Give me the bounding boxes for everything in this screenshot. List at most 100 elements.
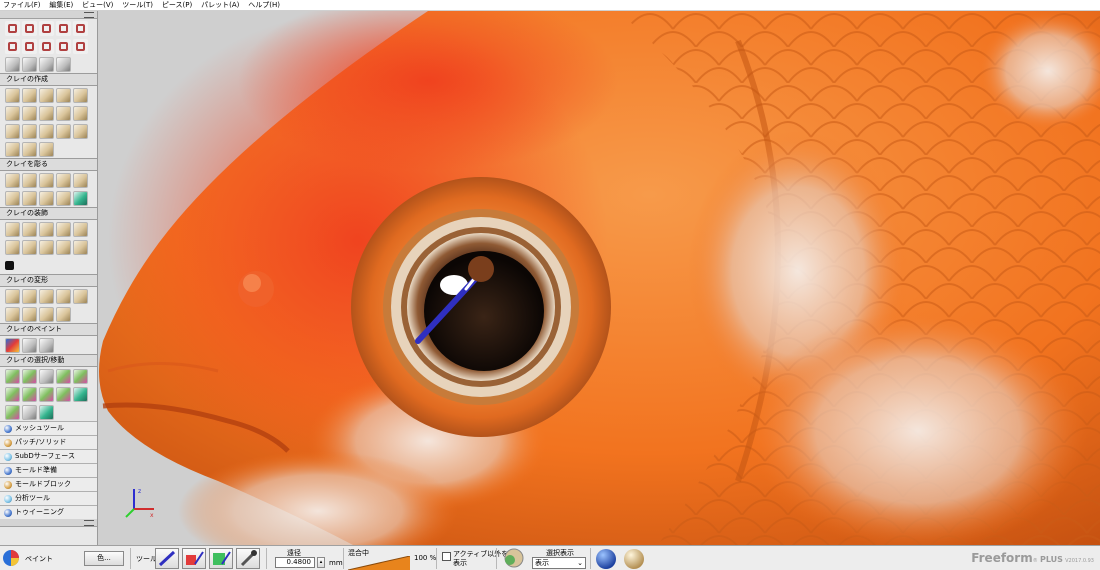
move-tool-4-icon[interactable] xyxy=(56,386,71,402)
fill-tool-button[interactable] xyxy=(182,548,206,569)
toolbar-patch-solid[interactable]: パッチ/ソリッド xyxy=(0,435,97,449)
deform-tool-7-icon[interactable] xyxy=(22,306,37,322)
menu-view[interactable]: ビュー(V) xyxy=(79,0,116,10)
sculpt-tool-4-icon[interactable] xyxy=(56,172,71,188)
deform-tool-2-icon[interactable] xyxy=(22,288,37,304)
create-tool-17-icon[interactable] xyxy=(22,141,37,157)
corner-tool-icon[interactable] xyxy=(56,38,71,54)
rectangle-tool-icon[interactable] xyxy=(56,20,71,36)
create-tool-18-icon[interactable] xyxy=(39,141,54,157)
sculpt-tool-5-icon[interactable] xyxy=(73,172,88,188)
layer-tool-icon[interactable] xyxy=(22,56,37,72)
paint-sphere-icon[interactable] xyxy=(39,337,54,353)
pattern-tool-icon[interactable] xyxy=(5,56,20,72)
palette-grip[interactable] xyxy=(0,11,97,19)
sculpt-tool-2-icon[interactable] xyxy=(22,172,37,188)
create-tool-5-icon[interactable] xyxy=(73,87,88,103)
polygon-tool-icon[interactable] xyxy=(39,20,54,36)
select-tool-1-icon[interactable] xyxy=(5,368,20,384)
decorate-tool-5-icon[interactable] xyxy=(73,221,88,237)
move-tool-6-icon[interactable] xyxy=(5,404,20,420)
menu-edit[interactable]: 編集(E) xyxy=(46,0,76,10)
thickness-stepper[interactable]: ▴ xyxy=(317,557,325,568)
decorate-tool-6-icon[interactable] xyxy=(5,239,20,255)
deform-tool-5-icon[interactable] xyxy=(73,288,88,304)
curve-tool-icon[interactable] xyxy=(5,38,20,54)
text-tool-icon[interactable] xyxy=(73,20,88,36)
import-tool-icon[interactable] xyxy=(56,56,71,72)
create-tool-11-icon[interactable] xyxy=(5,123,20,139)
decorate-tool-7-icon[interactable] xyxy=(22,239,37,255)
decorate-tool-2-icon[interactable] xyxy=(22,221,37,237)
3d-viewport[interactable]: z x xyxy=(98,11,1100,545)
color-button[interactable]: 色... xyxy=(84,551,124,566)
category-clay-sculpt[interactable]: クレイを彫る xyxy=(0,158,97,171)
decorate-tool-3-icon[interactable] xyxy=(39,221,54,237)
create-tool-15-icon[interactable] xyxy=(73,123,88,139)
select-tool-4-icon[interactable] xyxy=(56,368,71,384)
airbrush-tool-button[interactable] xyxy=(209,548,233,569)
star-tool-icon[interactable] xyxy=(22,20,37,36)
toolbar-mold-prep[interactable]: モールド準備 xyxy=(0,463,97,477)
create-tool-9-icon[interactable] xyxy=(56,105,71,121)
blend-ramp-slider[interactable] xyxy=(348,556,410,570)
toolbar-mesh-tools[interactable]: メッシュツール xyxy=(0,421,97,435)
category-clay-paint[interactable]: クレイのペイント xyxy=(0,323,97,336)
show-inactive-checkbox[interactable] xyxy=(442,552,451,561)
decorate-tool-11-icon[interactable] xyxy=(5,260,14,270)
create-tool-3-icon[interactable] xyxy=(39,87,54,103)
brush-tool-button[interactable] xyxy=(155,548,179,569)
clay-sphere-icon[interactable] xyxy=(622,547,646,570)
toolbar-subd-surface[interactable]: SubDサーフェース xyxy=(0,449,97,463)
create-tool-12-icon[interactable] xyxy=(22,123,37,139)
thickness-input[interactable]: 0.4800 xyxy=(275,557,315,568)
sculpt-tool-9-icon[interactable] xyxy=(56,190,71,206)
create-tool-14-icon[interactable] xyxy=(56,123,71,139)
blue-sphere-icon[interactable] xyxy=(594,547,618,570)
create-tool-6-icon[interactable] xyxy=(5,105,20,121)
create-tool-4-icon[interactable] xyxy=(56,87,71,103)
decorate-tool-10-icon[interactable] xyxy=(73,239,88,255)
decorate-tool-4-icon[interactable] xyxy=(56,221,71,237)
deform-tool-8-icon[interactable] xyxy=(39,306,54,322)
decorate-tool-8-icon[interactable] xyxy=(39,239,54,255)
selection-display-icon[interactable] xyxy=(500,548,528,569)
sculpt-tool-1-icon[interactable] xyxy=(5,172,20,188)
create-tool-1-icon[interactable] xyxy=(5,87,20,103)
move-tool-2-icon[interactable] xyxy=(22,386,37,402)
move-tool-1-icon[interactable] xyxy=(5,386,20,402)
menu-help[interactable]: ヘルプ(H) xyxy=(245,0,283,10)
sculpt-tool-10-icon[interactable] xyxy=(73,190,88,206)
category-clay-select-move[interactable]: クレイの選択/移動 xyxy=(0,354,97,367)
category-clay-create[interactable]: クレイの作成 xyxy=(0,73,97,86)
create-tool-2-icon[interactable] xyxy=(22,87,37,103)
menu-piece[interactable]: ピース(P) xyxy=(159,0,195,10)
move-tool-5-icon[interactable] xyxy=(73,386,88,402)
deform-tool-9-icon[interactable] xyxy=(56,306,71,322)
move-tool-7-icon[interactable] xyxy=(22,404,37,420)
menu-palette[interactable]: パレット(A) xyxy=(198,0,242,10)
paint-pattern-icon[interactable] xyxy=(22,337,37,353)
create-tool-13-icon[interactable] xyxy=(39,123,54,139)
move-tool-3-icon[interactable] xyxy=(39,386,54,402)
select-tool-2-icon[interactable] xyxy=(22,368,37,384)
create-tool-10-icon[interactable] xyxy=(73,105,88,121)
mirror-curve-icon[interactable] xyxy=(22,38,37,54)
move-tool-8-icon[interactable] xyxy=(39,404,54,420)
paint-tool-icon[interactable] xyxy=(5,337,20,353)
category-clay-decorate[interactable]: クレイの装飾 xyxy=(0,207,97,220)
circle-dots-icon[interactable] xyxy=(73,38,88,54)
menu-tools[interactable]: ツール(T) xyxy=(119,0,156,10)
palette-bottom-grip[interactable] xyxy=(0,519,97,527)
deform-tool-4-icon[interactable] xyxy=(56,288,71,304)
sketch-tool-icon[interactable] xyxy=(39,56,54,72)
create-tool-7-icon[interactable] xyxy=(22,105,37,121)
toolbar-mold-block[interactable]: モールドブロック xyxy=(0,477,97,491)
eyedropper-tool-button[interactable] xyxy=(236,548,260,569)
selection-display-dropdown[interactable]: 表示 ⌄ xyxy=(532,557,586,569)
sculpt-tool-3-icon[interactable] xyxy=(39,172,54,188)
toolbar-analysis-tools[interactable]: 分析ツール xyxy=(0,491,97,505)
sculpt-tool-6-icon[interactable] xyxy=(5,190,20,206)
ellipse-tool-icon[interactable] xyxy=(5,20,20,36)
deform-tool-6-icon[interactable] xyxy=(5,306,20,322)
